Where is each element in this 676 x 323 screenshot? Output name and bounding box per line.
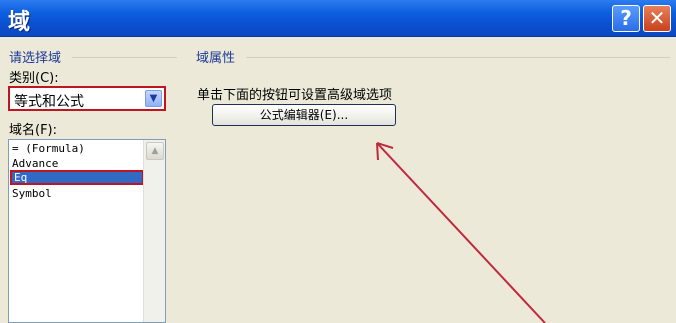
annotation-arrow (376, 142, 546, 323)
